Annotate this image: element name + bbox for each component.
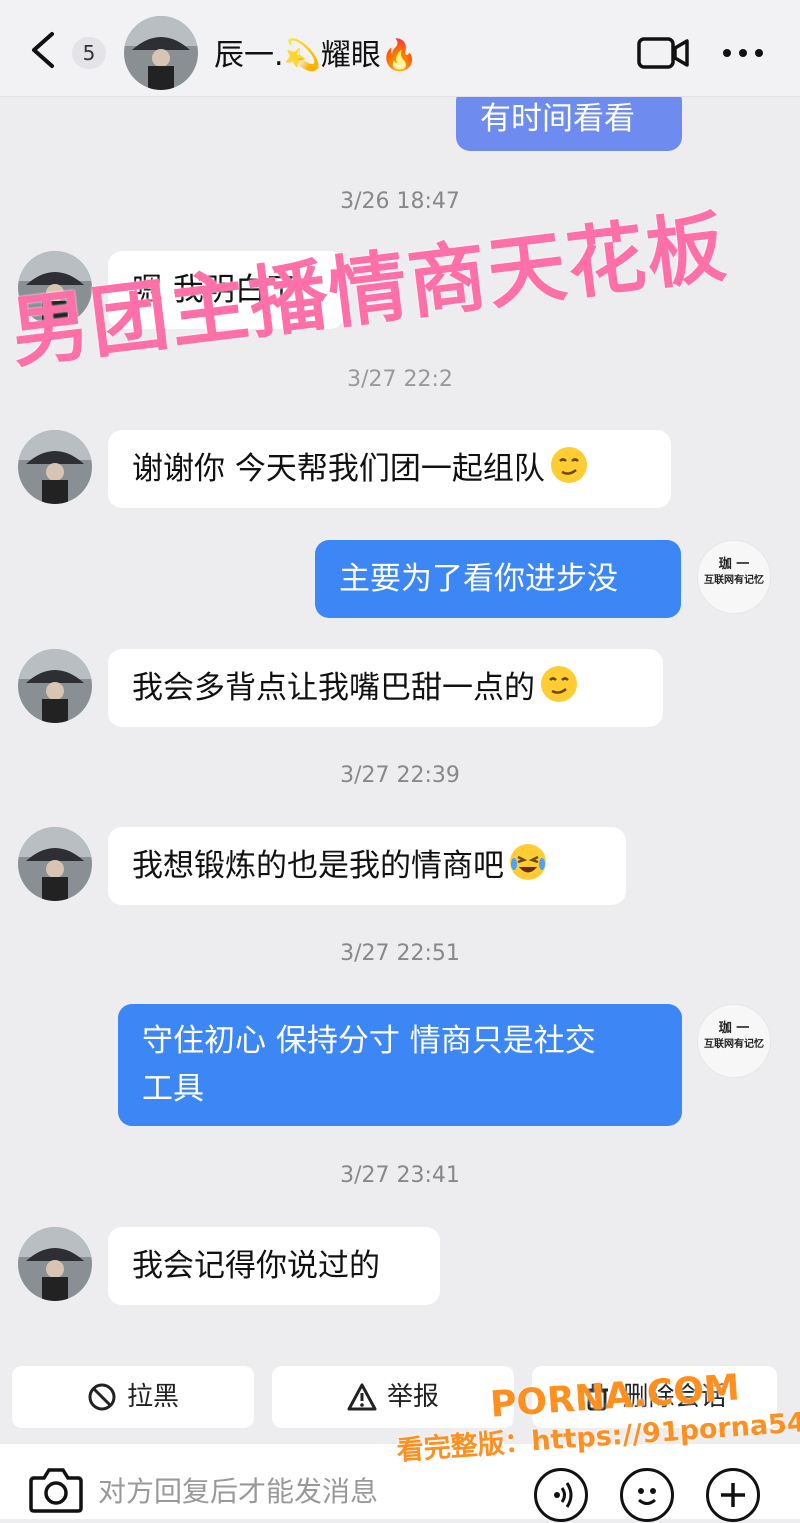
self-avatar-text: 互联网有记忆 — [704, 575, 764, 586]
chat-header: 5 辰一.💫耀眼🔥 — [0, 0, 800, 97]
video-call-icon[interactable] — [636, 34, 690, 72]
contact-avatar[interactable] — [18, 1227, 92, 1301]
emoji-button[interactable] — [620, 1468, 674, 1522]
self-avatar[interactable]: 珈 一 互联网有记忆 — [697, 1004, 771, 1078]
message-text: 我想锻炼的也是我的情商吧 — [132, 848, 504, 884]
crying-laughing-emoji-icon — [510, 844, 546, 880]
voice-icon — [554, 1482, 573, 1508]
message-bubble-other[interactable]: 我会多背点让我嘴巴甜一点的 — [108, 649, 663, 727]
contact-avatar[interactable] — [18, 649, 92, 723]
timestamp: 3/27 23:41 — [340, 1163, 460, 1188]
self-avatar-text: 珈 一 — [718, 557, 750, 572]
message-text: 守住初心 保持分寸 情商只是社交 — [142, 1023, 596, 1059]
report-label: 举报 — [386, 1382, 439, 1412]
report-button[interactable]: 举报 — [272, 1366, 514, 1428]
message-text: 我会多背点让我嘴巴甜一点的 — [132, 670, 535, 706]
timestamp: 3/27 22:51 — [340, 941, 460, 966]
contact-name[interactable]: 辰一.💫耀眼🔥 — [214, 30, 418, 74]
unread-count-badge: 5 — [72, 37, 106, 69]
message-bubble-self[interactable]: 有时间看看 — [456, 97, 682, 151]
message-bubble-other[interactable]: 我想锻炼的也是我的情商吧 — [108, 827, 626, 905]
self-avatar[interactable]: 珈 一 互联网有记忆 — [697, 540, 771, 614]
message-bubble-other[interactable]: 我会记得你说过的 — [108, 1227, 440, 1305]
contact-avatar[interactable] — [18, 827, 92, 901]
warning-icon — [347, 1383, 377, 1411]
message-bubble-self[interactable]: 守住初心 保持分寸 情商只是社交 工具 — [118, 1004, 682, 1126]
camera-icon[interactable] — [28, 1464, 84, 1514]
self-avatar-text: 互联网有记忆 — [704, 1039, 764, 1050]
more-options-icon[interactable] — [718, 36, 768, 70]
smiley-icon — [638, 1488, 656, 1505]
message-bubble-self[interactable]: 主要为了看你进步没 — [315, 540, 681, 618]
add-button[interactable] — [706, 1468, 760, 1522]
plus-icon — [721, 1483, 745, 1507]
back-arrow-icon[interactable] — [26, 30, 60, 70]
voice-button[interactable] — [534, 1468, 588, 1522]
block-icon — [88, 1383, 116, 1411]
message-text: 谢谢你 今天帮我们团一起组队 — [132, 451, 545, 487]
contact-avatar[interactable] — [124, 16, 198, 90]
message-bubble-other[interactable]: 谢谢你 今天帮我们团一起组队 — [108, 430, 671, 508]
timestamp: 3/27 22:39 — [340, 763, 460, 788]
message-text: 工具 — [142, 1071, 204, 1107]
smirk-emoji-icon — [541, 666, 577, 702]
message-input[interactable]: 对方回复后才能发消息 — [98, 1470, 378, 1510]
self-avatar-text: 珈 一 — [718, 1021, 750, 1036]
timestamp: 3/27 22:2 — [347, 367, 453, 392]
block-label: 拉黑 — [126, 1382, 179, 1412]
block-button[interactable]: 拉黑 — [12, 1366, 254, 1428]
smirk-emoji-icon — [550, 447, 587, 483]
contact-avatar[interactable] — [18, 430, 92, 504]
